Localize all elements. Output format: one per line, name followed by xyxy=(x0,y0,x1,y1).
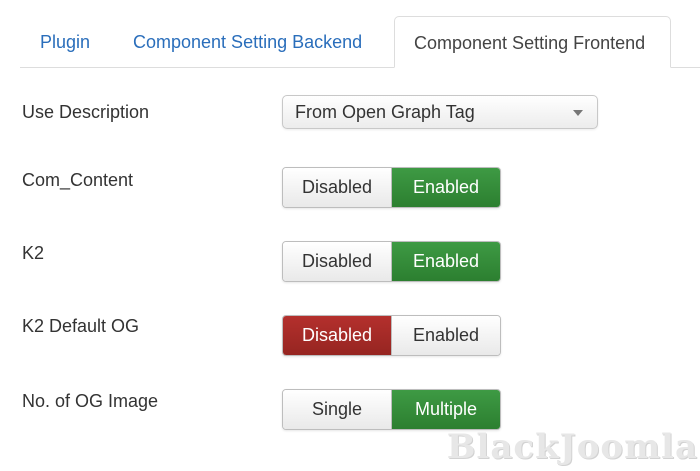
com-content-enabled-button[interactable]: Enabled xyxy=(391,168,500,207)
tab-plugin[interactable]: Plugin xyxy=(40,16,90,68)
og-image-single-button[interactable]: Single xyxy=(283,390,391,429)
k2-default-og-label: K2 Default OG xyxy=(22,316,140,336)
tab-component-setting-frontend[interactable]: Component Setting Frontend xyxy=(394,16,671,68)
k2-label: K2 xyxy=(22,243,45,263)
com-content-disabled-button[interactable]: Disabled xyxy=(283,168,391,207)
tab-bar: Plugin Component Setting Backend Compone… xyxy=(0,0,700,68)
k2-default-og-enabled-button[interactable]: Enabled xyxy=(391,316,500,355)
k2-enabled-button[interactable]: Enabled xyxy=(391,242,500,281)
k2-default-og-toggle: Disabled Enabled xyxy=(282,315,501,356)
k2-disabled-button[interactable]: Disabled xyxy=(283,242,391,281)
chevron-down-icon xyxy=(573,110,583,116)
use-description-select[interactable]: From Open Graph Tag xyxy=(282,95,598,129)
tab-component-setting-backend[interactable]: Component Setting Backend xyxy=(133,16,362,68)
use-description-value: From Open Graph Tag xyxy=(295,102,475,122)
watermark-logo: BlackJoomla xyxy=(446,427,698,467)
com-content-label: Com_Content xyxy=(22,170,134,190)
use-description-label: Use Description xyxy=(22,102,150,122)
og-image-multiple-button[interactable]: Multiple xyxy=(391,390,500,429)
og-image-count-label: No. of OG Image xyxy=(22,391,159,411)
k2-toggle: Disabled Enabled xyxy=(282,241,501,282)
k2-default-og-disabled-button[interactable]: Disabled xyxy=(283,316,391,355)
com-content-toggle: Disabled Enabled xyxy=(282,167,501,208)
og-image-count-toggle: Single Multiple xyxy=(282,389,501,430)
